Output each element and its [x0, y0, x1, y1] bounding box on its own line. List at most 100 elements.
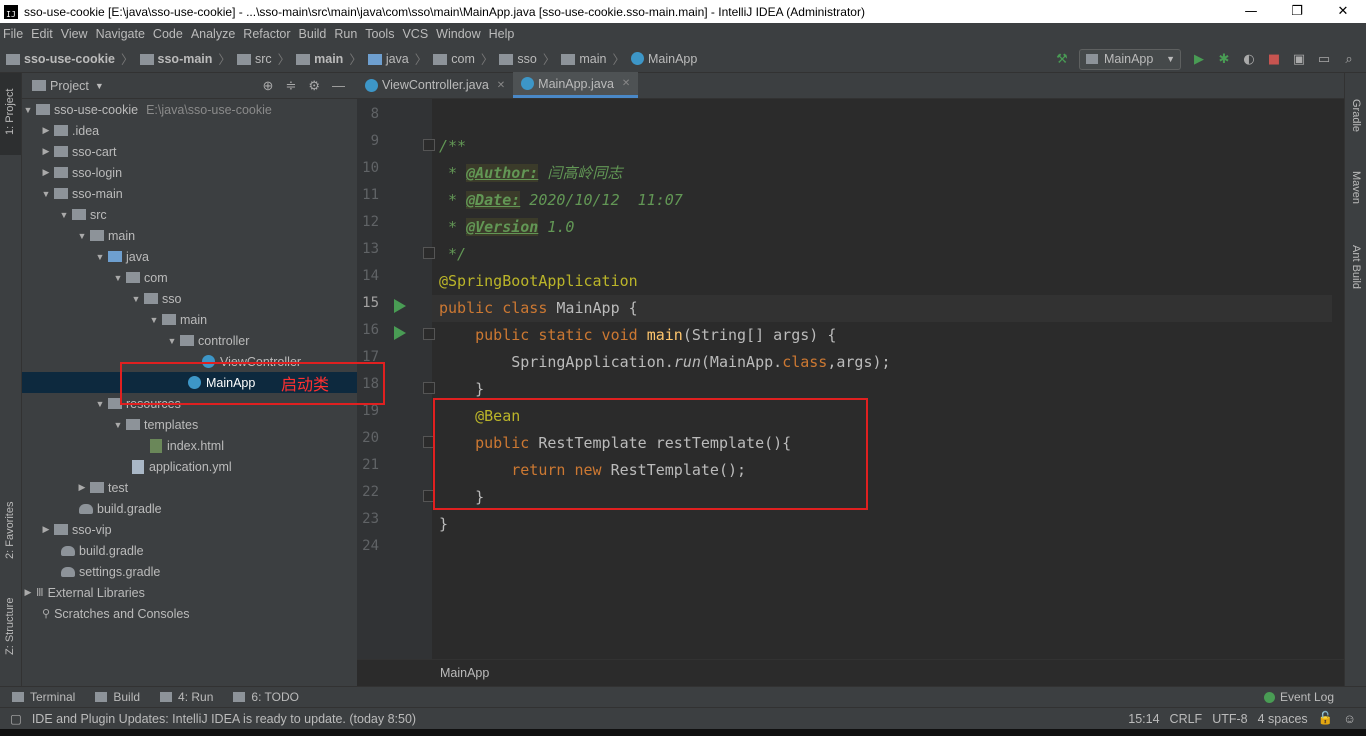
notification-icon[interactable]: ▢: [10, 711, 22, 726]
expanded-arrow-icon[interactable]: ▼: [112, 420, 124, 430]
menu-tools[interactable]: Tools: [365, 27, 394, 41]
expanded-arrow-icon[interactable]: ▼: [94, 252, 106, 262]
todo-tool-button[interactable]: 6: TODO: [233, 690, 299, 704]
project-view-select[interactable]: Project: [50, 79, 89, 93]
collapsed-arrow-icon[interactable]: ▶: [22, 587, 34, 598]
tab-viewcontroller[interactable]: ViewController.java ✕: [357, 72, 513, 98]
tree-item[interactable]: settings.gradle: [22, 561, 357, 582]
tree-item[interactable]: ▶ sso-login: [22, 162, 357, 183]
menu-refactor[interactable]: Refactor: [243, 27, 290, 41]
expanded-arrow-icon[interactable]: ▼: [148, 315, 160, 325]
tree-item[interactable]: ▶ Ⅲ External Libraries: [22, 582, 357, 603]
tree-item[interactable]: ▼ sso-use-cookie E:\java\sso-use-cookie: [22, 99, 357, 120]
tree-item[interactable]: ▼ java: [22, 246, 357, 267]
lock-icon[interactable]: 🔓: [1318, 711, 1334, 726]
breadcrumb-project[interactable]: sso-use-cookie 〉: [6, 49, 134, 68]
tree-item[interactable]: ▶ sso-cart: [22, 141, 357, 162]
breadcrumb-main-package[interactable]: main 〉: [561, 49, 625, 68]
collapsed-arrow-icon[interactable]: ▶: [40, 524, 52, 535]
run-configuration-select[interactable]: MainApp ▼: [1079, 48, 1181, 70]
tree-item[interactable]: ▶ test: [22, 477, 357, 498]
breadcrumb-sso[interactable]: sso 〉: [499, 49, 555, 68]
expanded-arrow-icon[interactable]: ▼: [40, 189, 52, 199]
debug-icon[interactable]: ✱: [1216, 51, 1232, 67]
ant-build-tool-label[interactable]: Ant Build: [1350, 245, 1362, 289]
close-button[interactable]: ✕: [1320, 0, 1366, 23]
event-log-button[interactable]: Event Log: [1263, 690, 1334, 704]
tree-item[interactable]: ▼ templates: [22, 414, 357, 435]
tree-item[interactable]: index.html: [22, 435, 357, 456]
tree-item[interactable]: ▼ main: [22, 225, 357, 246]
editor-breadcrumb[interactable]: MainApp: [357, 659, 1344, 686]
menu-navigate[interactable]: Navigate: [96, 27, 145, 41]
tree-item[interactable]: build.gradle: [22, 498, 357, 519]
tree-item[interactable]: build.gradle: [22, 540, 357, 561]
maven-tool-label[interactable]: Maven: [1350, 171, 1362, 204]
breadcrumb-mainapp[interactable]: MainApp: [631, 52, 697, 66]
build-hammer-icon[interactable]: ⚒: [1054, 51, 1070, 67]
run-icon[interactable]: ▶: [1191, 51, 1207, 67]
menu-help[interactable]: Help: [489, 27, 515, 41]
collapsed-arrow-icon[interactable]: ▶: [40, 167, 52, 178]
caret-position[interactable]: 15:14: [1128, 712, 1159, 726]
close-icon[interactable]: ✕: [622, 78, 630, 89]
tree-item[interactable]: ▼ controller: [22, 330, 357, 351]
terminal-tool-button[interactable]: Terminal: [12, 690, 75, 704]
hide-icon[interactable]: —: [332, 78, 345, 94]
tree-item[interactable]: ▼ resources: [22, 393, 357, 414]
run-tool-button[interactable]: 4: Run: [160, 690, 213, 704]
tree-item[interactable]: ⚲ Scratches and Consoles: [22, 603, 357, 624]
build-tool-button[interactable]: Build: [95, 690, 140, 704]
coverage-icon[interactable]: ◐: [1241, 51, 1257, 67]
collapsed-arrow-icon[interactable]: ▶: [40, 125, 52, 136]
collapse-all-icon[interactable]: ≑: [285, 78, 296, 94]
menu-file[interactable]: File: [3, 27, 23, 41]
run-gutter-icon[interactable]: [394, 326, 406, 340]
expanded-arrow-icon[interactable]: ▼: [166, 336, 178, 346]
structure-tool-label[interactable]: Z: Structure: [4, 598, 16, 655]
expanded-arrow-icon[interactable]: ▼: [112, 273, 124, 283]
menu-view[interactable]: View: [61, 27, 88, 41]
menu-vcs[interactable]: VCS: [402, 27, 428, 41]
project-structure-icon[interactable]: ▣: [1291, 51, 1307, 67]
run-gutter-icon[interactable]: [394, 299, 406, 313]
expanded-arrow-icon[interactable]: ▼: [130, 294, 142, 304]
favorites-tool-label[interactable]: 2: Favorites: [4, 502, 16, 559]
expanded-arrow-icon[interactable]: ▼: [94, 399, 106, 409]
tree-item[interactable]: ▶ sso-vip: [22, 519, 357, 540]
menu-window[interactable]: Window: [436, 27, 480, 41]
breadcrumb-com[interactable]: com 〉: [433, 49, 493, 68]
close-icon[interactable]: ✕: [497, 80, 505, 91]
breadcrumb-java[interactable]: java 〉: [367, 49, 427, 68]
tab-mainapp[interactable]: MainApp.java ✕: [513, 72, 639, 98]
tree-item[interactable]: application.yml: [22, 456, 357, 477]
breadcrumb-module[interactable]: sso-main 〉: [139, 49, 231, 68]
tree-item[interactable]: ▼ src: [22, 204, 357, 225]
breadcrumb-main[interactable]: main 〉: [296, 49, 362, 68]
stop-icon[interactable]: ■: [1266, 51, 1282, 67]
layout-icon[interactable]: ▭: [1316, 51, 1332, 67]
tree-item[interactable]: ▼ sso: [22, 288, 357, 309]
code-area[interactable]: /** * @Author: 闫高岭同志 * @Date: 2020/10/12…: [432, 99, 1332, 659]
menu-code[interactable]: Code: [153, 27, 183, 41]
tree-item[interactable]: ViewController: [22, 351, 357, 372]
menu-edit[interactable]: Edit: [31, 27, 53, 41]
menu-build[interactable]: Build: [299, 27, 327, 41]
expanded-arrow-icon[interactable]: ▼: [22, 105, 34, 115]
chevron-down-icon[interactable]: ▼: [95, 81, 104, 91]
menu-analyze[interactable]: Analyze: [191, 27, 235, 41]
gear-icon[interactable]: ⚙: [308, 78, 320, 94]
indent-setting[interactable]: 4 spaces: [1258, 712, 1308, 726]
tree-item[interactable]: ▼ main: [22, 309, 357, 330]
collapsed-arrow-icon[interactable]: ▶: [76, 482, 88, 493]
maximize-button[interactable]: ❐: [1274, 0, 1320, 23]
tree-item[interactable]: ▼ com: [22, 267, 357, 288]
line-separator[interactable]: CRLF: [1170, 712, 1203, 726]
tree-item[interactable]: ▼ sso-main: [22, 183, 357, 204]
minimize-button[interactable]: —: [1228, 0, 1274, 23]
inspector-icon[interactable]: ☺: [1343, 712, 1356, 726]
locate-icon[interactable]: ⊕: [263, 78, 274, 94]
menu-run[interactable]: Run: [334, 27, 357, 41]
collapsed-arrow-icon[interactable]: ▶: [40, 146, 52, 157]
breadcrumb-src[interactable]: src 〉: [236, 49, 290, 68]
